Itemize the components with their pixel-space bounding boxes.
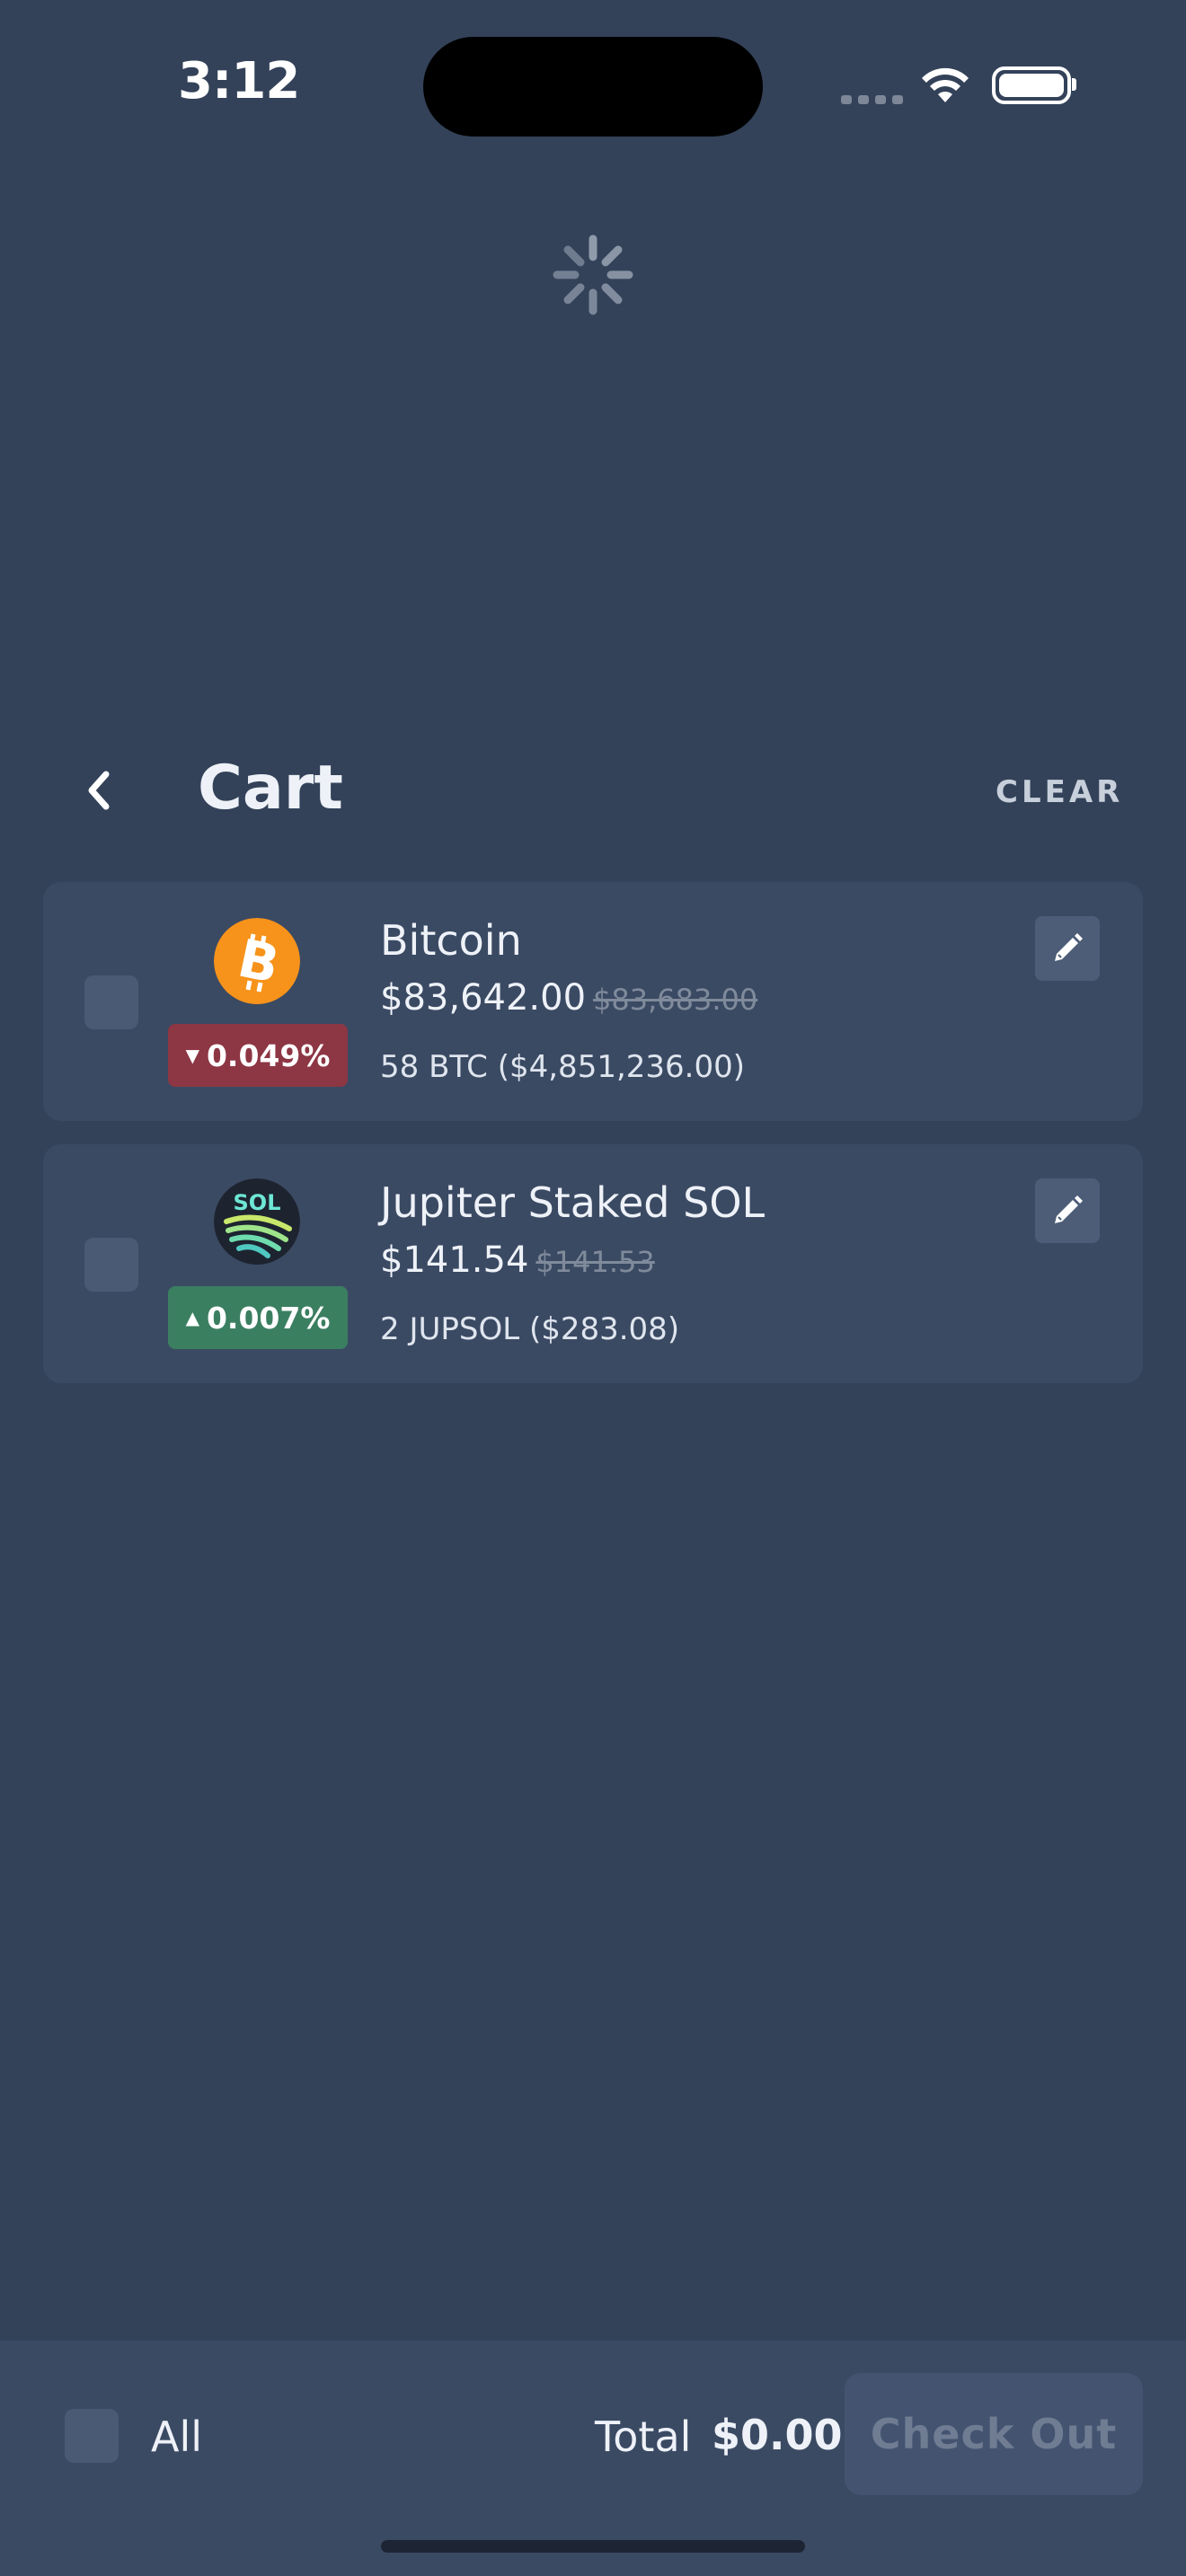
dynamic-island [423,37,763,137]
caret-up-icon: ▲ [185,1307,199,1328]
coin-name: Jupiter Staked SOL [380,1178,766,1227]
back-chevron-icon[interactable] [79,765,120,816]
jupsol-icon-text: SOL [234,1190,281,1215]
cart-item-jupsol: SOL ▲ 0.007% Jupiter Staked SOL $141.54 $… [43,1144,1143,1383]
status-time: 3:12 [178,52,300,110]
bitcoin-icon: B [214,918,300,1004]
jupsol-icon: SOL [214,1178,300,1265]
caret-down-icon: ▼ [185,1045,199,1066]
item-checkbox[interactable] [84,1238,138,1292]
battery-icon [992,66,1071,104]
coin-name: Bitcoin [380,916,522,965]
cart-item-bitcoin: B ▼ 0.049% Bitcoin $83,642.00 $83,683.00 … [43,882,1143,1121]
checkout-button[interactable]: Check Out [845,2373,1143,2495]
current-price: $141.54 [380,1239,529,1281]
pencil-icon [1055,933,1083,961]
original-price: $83,683.00 [593,983,758,1017]
clear-button[interactable]: CLEAR [996,774,1123,810]
loading-spinner-icon [553,234,633,315]
price-row: $83,642.00 $83,683.00 [380,977,757,1019]
holding-amount: 58 BTC ($4,851,236.00) [380,1049,745,1085]
item-checkbox[interactable] [84,975,138,1029]
select-all-label: All [151,2413,203,2461]
edit-button[interactable] [1035,916,1100,981]
price-row: $141.54 $141.53 [380,1239,655,1281]
pencil-icon [1055,1195,1083,1223]
select-all-checkbox[interactable] [65,2409,119,2463]
price-change-badge: ▲ 0.007% [168,1286,348,1349]
home-indicator [381,2540,805,2553]
total-value: $0.00 [712,2411,843,2459]
battery-nub [1072,78,1076,91]
cellular-signal-icon [841,91,909,108]
total-label: Total [595,2413,692,2461]
original-price: $141.53 [535,1245,655,1279]
holding-amount: 2 JUPSOL ($283.08) [380,1311,680,1347]
price-change-value: 0.007% [206,1300,331,1336]
current-price: $83,642.00 [380,977,587,1019]
price-change-value: 0.049% [206,1037,331,1073]
price-change-badge: ▼ 0.049% [168,1024,348,1087]
page-title: Cart [198,753,343,824]
edit-button[interactable] [1035,1178,1100,1243]
wifi-icon [922,67,969,102]
